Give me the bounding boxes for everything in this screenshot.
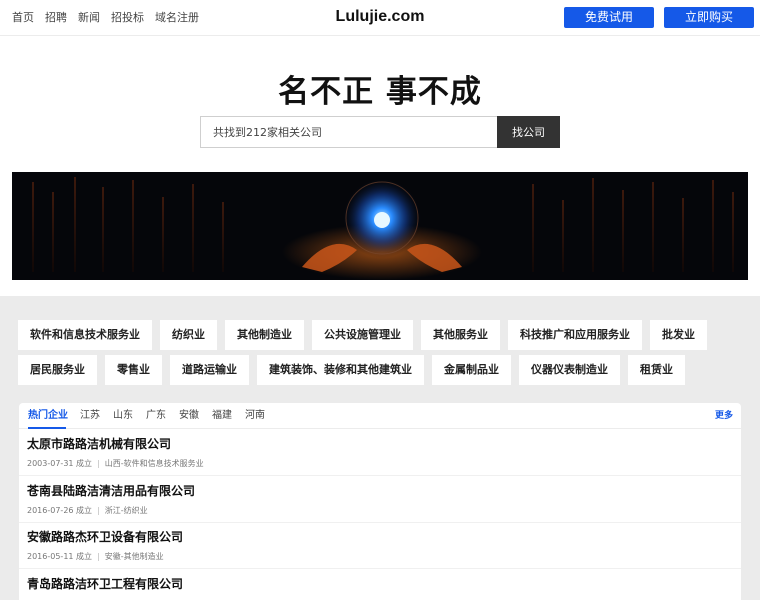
industry-tags: 软件和信息技术服务业 纺织业 其他制造业 公共设施管理业 其他服务业 科技推广和…	[18, 320, 748, 385]
company-meta: 2003-07-31 成立 | 山西-软件和信息技术服务业	[27, 459, 204, 469]
nav-jobs[interactable]: 招聘	[45, 11, 67, 25]
company-category: 安徽-其他制造业	[104, 552, 164, 561]
nav-bidding[interactable]: 招投标	[111, 11, 144, 25]
crystal-ball-image	[12, 172, 748, 280]
buy-now-button[interactable]: 立即购买	[664, 7, 754, 28]
industry-tag[interactable]: 金属制品业	[432, 355, 511, 385]
free-trial-button[interactable]: 免费试用	[564, 7, 654, 28]
company-name[interactable]: 安徽路路杰环卫设备有限公司	[27, 529, 183, 545]
industry-tag[interactable]: 科技推广和应用服务业	[508, 320, 642, 350]
main-nav: 首页 招聘 新闻 招投标 域名注册	[12, 11, 199, 25]
founded-date: 2003-07-31 成立	[27, 459, 93, 468]
list-item[interactable]: 太原市路路洁机械有限公司 2003-07-31 成立 | 山西-软件和信息技术服务业	[19, 430, 741, 476]
industry-tag[interactable]: 租赁业	[628, 355, 685, 385]
search-bar: 找公司	[200, 116, 560, 148]
company-name[interactable]: 青岛路路洁环卫工程有限公司	[27, 576, 183, 592]
industry-tag[interactable]: 软件和信息技术服务业	[18, 320, 152, 350]
industry-tag[interactable]: 道路运输业	[170, 355, 249, 385]
list-item[interactable]: 青岛路路洁环卫工程有限公司	[19, 570, 741, 600]
active-tab-indicator	[28, 427, 66, 429]
industry-tag[interactable]: 公共设施管理业	[312, 320, 413, 350]
tab-hot[interactable]: 热门企业	[28, 410, 68, 422]
meta-separator: |	[97, 552, 100, 561]
founded-date: 2016-05-11 成立	[27, 552, 93, 561]
nav-home[interactable]: 首页	[12, 11, 34, 25]
company-meta: 2016-07-26 成立 | 浙江-纺织业	[27, 506, 148, 516]
industry-tag[interactable]: 纺织业	[160, 320, 217, 350]
company-meta: 2016-05-11 成立 | 安徽-其他制造业	[27, 552, 164, 562]
search-button[interactable]: 找公司	[497, 116, 560, 148]
tab-guangdong[interactable]: 广东	[146, 410, 166, 422]
tab-anhui[interactable]: 安徽	[179, 410, 199, 422]
tab-shandong[interactable]: 山东	[113, 410, 133, 422]
region-tabs: 热门企业 江苏 山东 广东 安徽 福建 河南 更多	[19, 403, 741, 429]
founded-date: 2016-07-26 成立	[27, 506, 93, 515]
company-category: 浙江-纺织业	[104, 506, 148, 515]
company-category: 山西-软件和信息技术服务业	[104, 459, 204, 468]
hero-banner	[12, 172, 748, 280]
more-link[interactable]: 更多	[715, 410, 733, 422]
tab-jiangsu[interactable]: 江苏	[80, 410, 100, 422]
company-name[interactable]: 苍南县陆路洁清洁用品有限公司	[27, 483, 195, 499]
industry-tag[interactable]: 建筑装饰、装修和其他建筑业	[257, 355, 424, 385]
search-input[interactable]	[200, 116, 497, 148]
top-bar: 首页 招聘 新闻 招投标 域名注册 Lulujie.com 免费试用 立即购买	[0, 0, 760, 36]
industry-tag[interactable]: 仪器仪表制造业	[519, 355, 620, 385]
industry-tag[interactable]: 批发业	[650, 320, 707, 350]
nav-news[interactable]: 新闻	[78, 11, 100, 25]
tab-henan[interactable]: 河南	[245, 410, 265, 422]
meta-separator: |	[97, 459, 100, 468]
industry-tag[interactable]: 居民服务业	[18, 355, 97, 385]
nav-domain[interactable]: 域名注册	[155, 11, 199, 25]
meta-separator: |	[97, 506, 100, 515]
page-title: 名不正 事不成	[278, 74, 482, 110]
industry-tag[interactable]: 零售业	[105, 355, 162, 385]
tab-fujian[interactable]: 福建	[212, 410, 232, 422]
list-item[interactable]: 苍南县陆路洁清洁用品有限公司 2016-07-26 成立 | 浙江-纺织业	[19, 477, 741, 523]
industry-tag[interactable]: 其他制造业	[225, 320, 304, 350]
industry-tag[interactable]: 其他服务业	[421, 320, 500, 350]
companies-panel: 热门企业 江苏 山东 广东 安徽 福建 河南 更多 太原市路路洁机械有限公司 2…	[19, 403, 741, 600]
list-item[interactable]: 安徽路路杰环卫设备有限公司 2016-05-11 成立 | 安徽-其他制造业	[19, 523, 741, 569]
company-name[interactable]: 太原市路路洁机械有限公司	[27, 436, 171, 452]
